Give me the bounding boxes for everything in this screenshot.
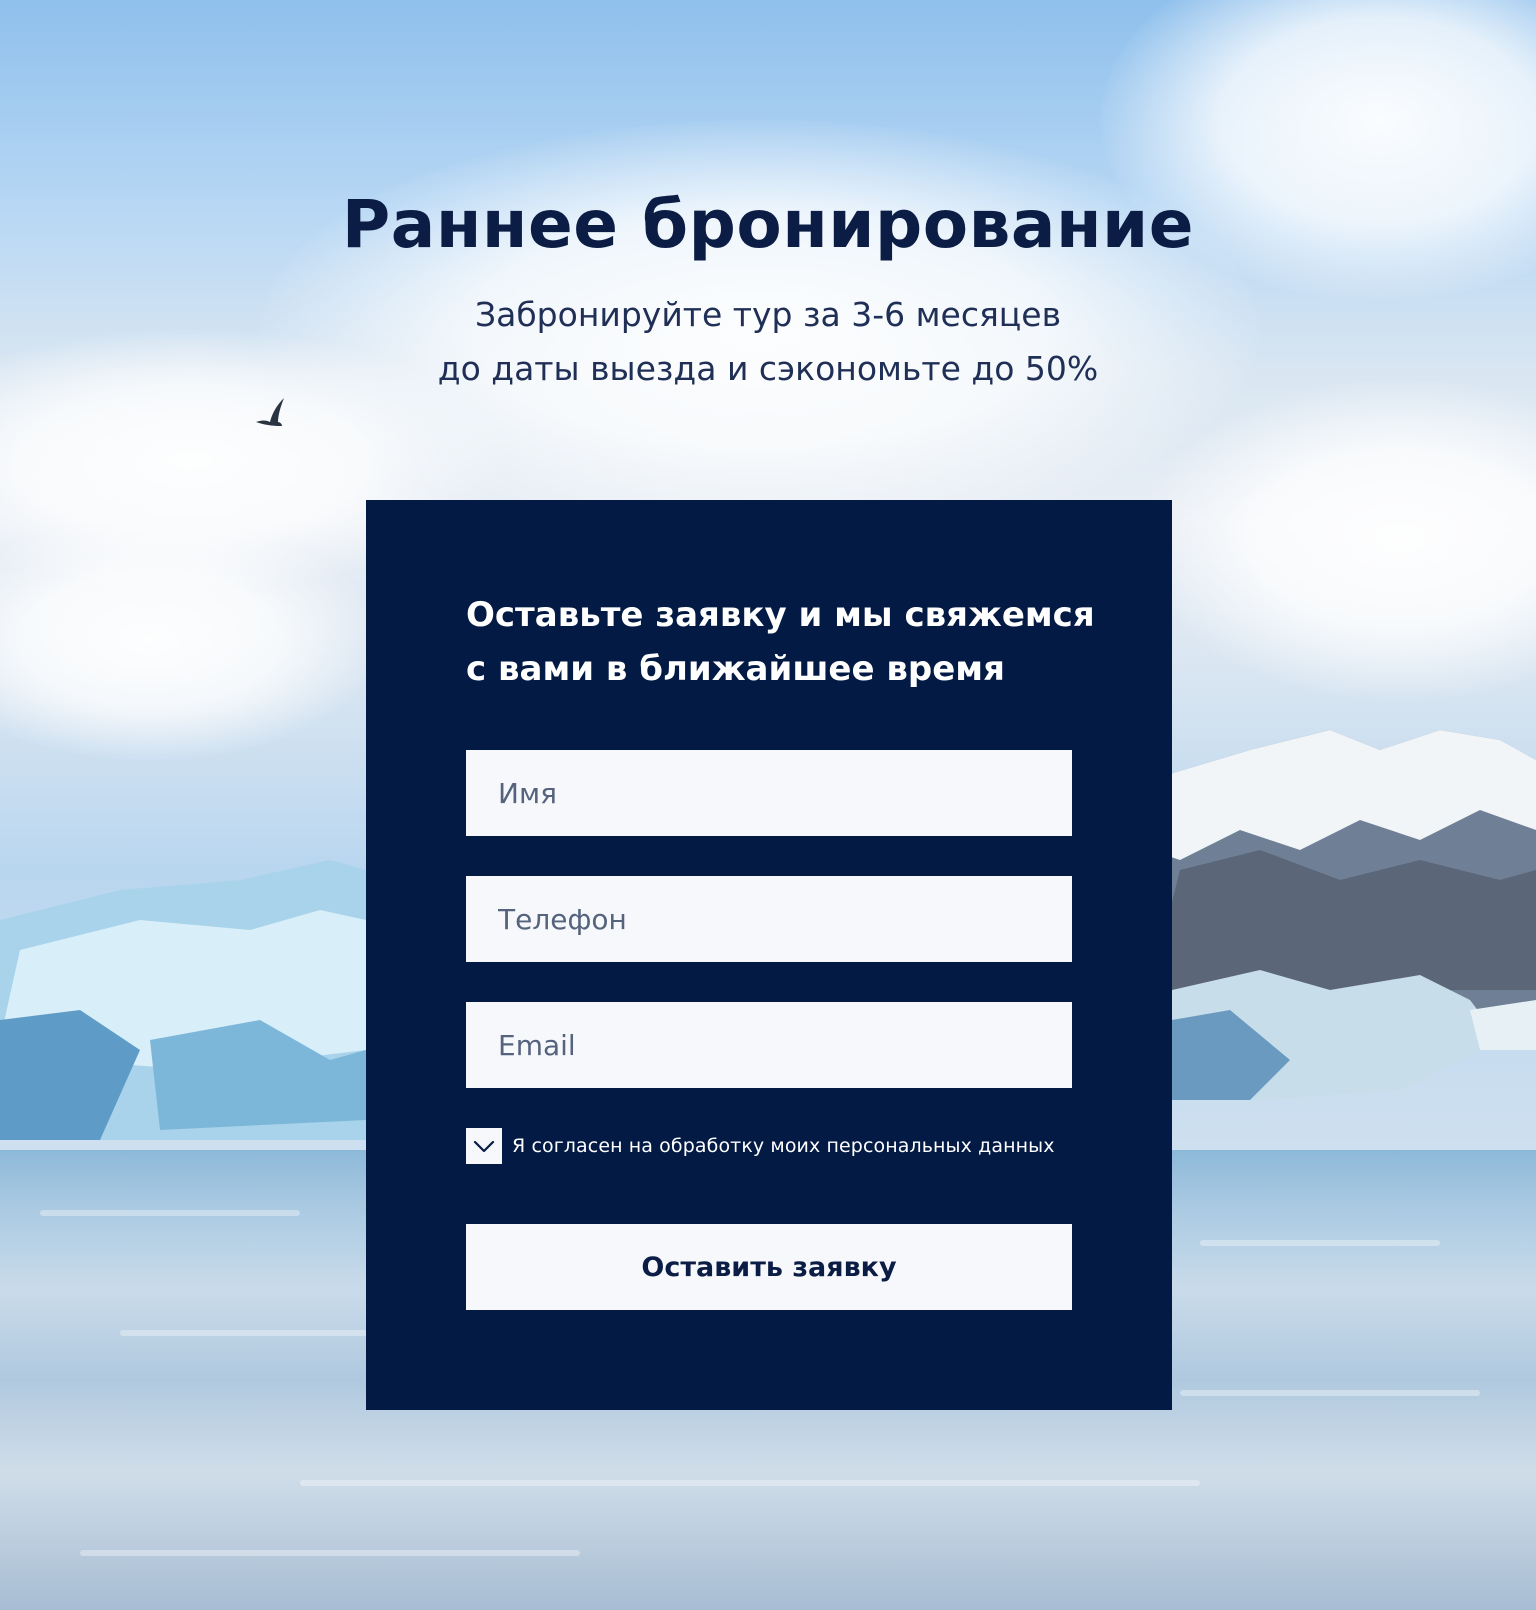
check-icon [473,1140,495,1153]
consent-row[interactable]: Я согласен на обработку моих персональны… [466,1128,1055,1164]
booking-form-card: Оставьте заявку и мы свяжемся с вами в б… [366,500,1172,1410]
page-subtitle: Забронируйте тур за 3-6 месяцев до даты … [0,288,1536,396]
consent-checkbox[interactable] [466,1128,502,1164]
phone-input[interactable] [466,876,1072,962]
bird-icon [256,398,284,426]
water-reflection [80,1550,580,1556]
email-input[interactable] [466,1002,1072,1088]
form-heading: Оставьте заявку и мы свяжемся с вами в б… [466,588,1106,696]
water-reflection [40,1210,300,1216]
form-heading-line-2: с вами в ближайшее время [466,649,1005,689]
name-input[interactable] [466,750,1072,836]
subtitle-line-2: до даты выезда и сэкономьте до 50% [437,349,1099,388]
water-reflection [1180,1390,1480,1396]
submit-button[interactable]: Оставить заявку [466,1224,1072,1310]
water-reflection [1200,1240,1440,1246]
subtitle-line-1: Забронируйте тур за 3-6 месяцев [474,295,1062,334]
page-title: Раннее бронирование [341,186,1195,263]
form-heading-line-1: Оставьте заявку и мы свяжемся [466,595,1095,635]
water-reflection [300,1480,1200,1486]
consent-label: Я согласен на обработку моих персональны… [512,1135,1055,1157]
